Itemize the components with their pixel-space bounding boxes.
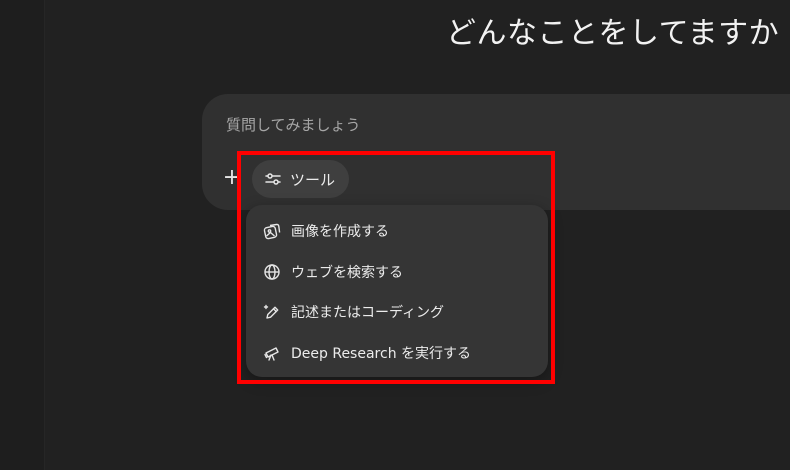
image-create-icon	[262, 221, 282, 241]
telescope-icon	[262, 343, 282, 363]
menu-item-label: ウェブを検索する	[291, 264, 403, 281]
tools-menu: 画像を作成する ウェブを検索する 記述またはコーディング Deep Resear…	[246, 205, 548, 377]
prompt-composer[interactable]: 質問してみましょう + ツール	[202, 94, 790, 210]
menu-item-label: Deep Research を実行する	[291, 345, 472, 362]
tools-button-label: ツール	[290, 170, 336, 189]
tools-button[interactable]: ツール	[252, 160, 350, 198]
menu-item-deep-research[interactable]: Deep Research を実行する	[246, 333, 548, 374]
pen-sparkle-icon	[262, 302, 282, 322]
menu-item-create-image[interactable]: 画像を作成する	[246, 211, 548, 252]
prompt-input-placeholder[interactable]: 質問してみましょう	[226, 114, 361, 135]
page-title: どんなことをしてますか	[446, 16, 780, 51]
globe-icon	[262, 262, 282, 282]
menu-item-label: 記述またはコーディング	[291, 305, 445, 322]
menu-item-write-code[interactable]: 記述またはコーディング	[246, 292, 548, 333]
menu-item-web-search[interactable]: ウェブを検索する	[246, 252, 548, 293]
sidebar	[0, 0, 45, 470]
add-attachment-button[interactable]: +	[222, 167, 242, 189]
menu-item-label: 画像を作成する	[291, 224, 389, 241]
sliders-icon	[264, 170, 282, 188]
